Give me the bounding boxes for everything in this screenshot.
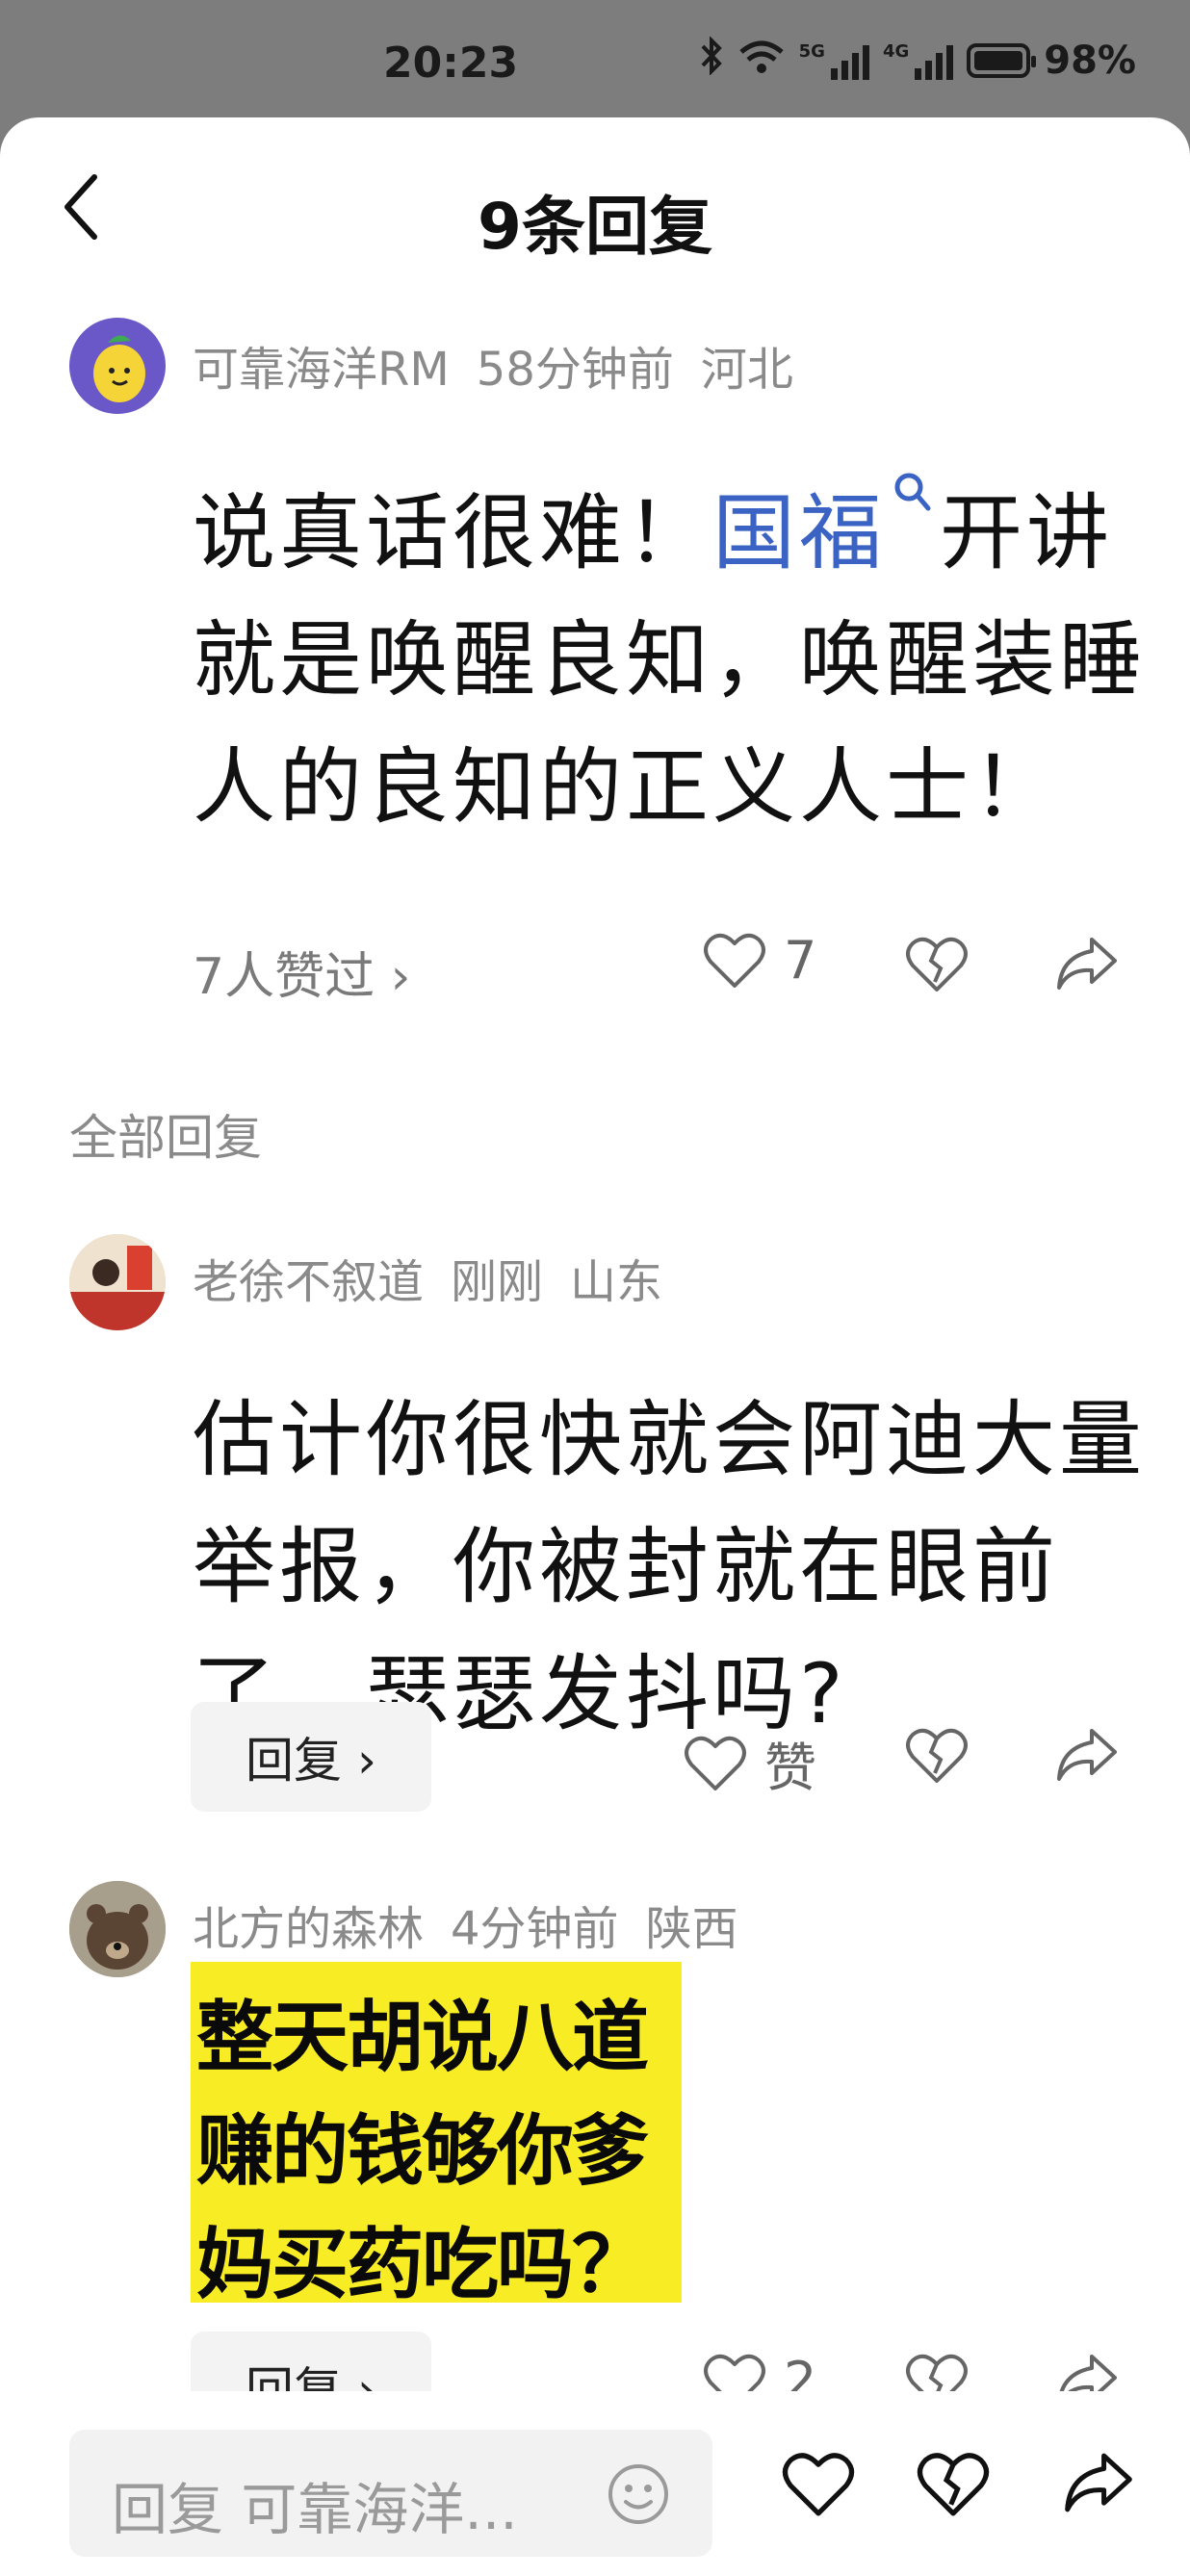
heart-icon[interactable] [782,2451,855,2518]
timestamp: 刚刚 [451,1255,544,1309]
username[interactable]: 老徐不叙道 [193,1255,424,1309]
username[interactable]: 北方的森林 [193,1902,424,1956]
reply-image[interactable]: 整天胡说八道 赚的钱够你爹 妈买药吃吗？ [191,1962,682,2309]
bluetooth-icon [699,36,724,85]
heart-icon [684,1735,747,1792]
reply-button[interactable]: 回复 › [191,1702,431,1812]
reply-text: 估计你很快就会阿迪大量举报，你被封就在眼前了。瑟瑟发抖吗? [193,1392,1146,1742]
topic-link[interactable]: 国福 [712,473,940,581]
search-icon [890,470,932,518]
battery-icon [967,43,1037,78]
like-button[interactable]: 赞 [684,1725,816,1801]
like-count: 7 [784,930,817,991]
battery-percent: 98% [1044,39,1136,83]
timestamp: 58分钟前 [476,343,674,397]
status-icons: 5G 4G 98% [699,36,1136,85]
signal-icon: 5G [799,41,869,80]
network-type-a: 5G [798,41,825,62]
wifi-icon [737,37,786,85]
section-title: 全部回复 [69,1110,262,1166]
emoji-icon[interactable] [607,2462,670,2526]
reply-input[interactable]: 回复 可靠海洋... [69,2430,712,2557]
header: 9条回复 [0,117,1190,264]
network-type-b: 4G [882,41,910,62]
topic-link-label: 国福 [712,485,886,581]
image-text-line: 赚的钱够你爹 [196,2106,649,2196]
avatar[interactable] [69,318,166,414]
image-text-line: 整天胡说八道 [196,1993,649,2082]
heart-broken-icon[interactable] [917,2451,990,2518]
status-bar: 20:23 5G 4G 98% [0,0,1190,117]
avatar[interactable] [69,1234,166,1330]
share-icon[interactable] [1053,934,1121,993]
bottom-reply-bar: 回复 可靠海洋... [0,2391,1190,2576]
comment-meta: 可靠海洋RM 58分钟前 河北 [193,331,820,399]
heart-broken-icon[interactable] [905,936,969,993]
status-time: 20:23 [383,39,519,88]
replies-sheet: 9条回复 可靠海洋RM 58分钟前 河北 说真话很难！国福 开讲就是唤醒良知，唤醒装睡… [0,117,1190,2576]
page-title: 9条回复 [478,190,712,264]
likes-summary[interactable]: 7人赞过 › [193,936,410,1008]
timestamp: 4分钟前 [451,1902,619,1956]
comment-text: 说真话很难！国福 开讲就是唤醒良知，唤醒装睡人的良知的正义人士！ [193,470,1146,851]
heart-icon [703,932,766,990]
like-button[interactable]: 7 [703,930,816,991]
heart-broken-icon[interactable] [905,1727,969,1785]
like-label: 赞 [764,1738,816,1798]
reply-input-placeholder: 回复 可靠海洋... [112,2477,518,2542]
share-icon[interactable] [1053,1725,1121,1785]
location: 陕西 [645,1902,738,1956]
reply-meta: 老徐不叙道 刚刚 山东 [193,1244,689,1311]
signal-icon: 4G [882,41,954,80]
location: 河北 [700,343,793,397]
avatar[interactable] [69,1881,166,1977]
location: 山东 [570,1255,663,1309]
comment-text-part: 说真话很难！ [193,485,712,581]
share-icon[interactable] [1061,2449,1136,2516]
username[interactable]: 可靠海洋RM [193,343,450,397]
reply-meta: 北方的森林 4分钟前 陕西 [193,1891,765,1958]
image-text-line: 妈买药吃吗？ [196,2220,649,2309]
